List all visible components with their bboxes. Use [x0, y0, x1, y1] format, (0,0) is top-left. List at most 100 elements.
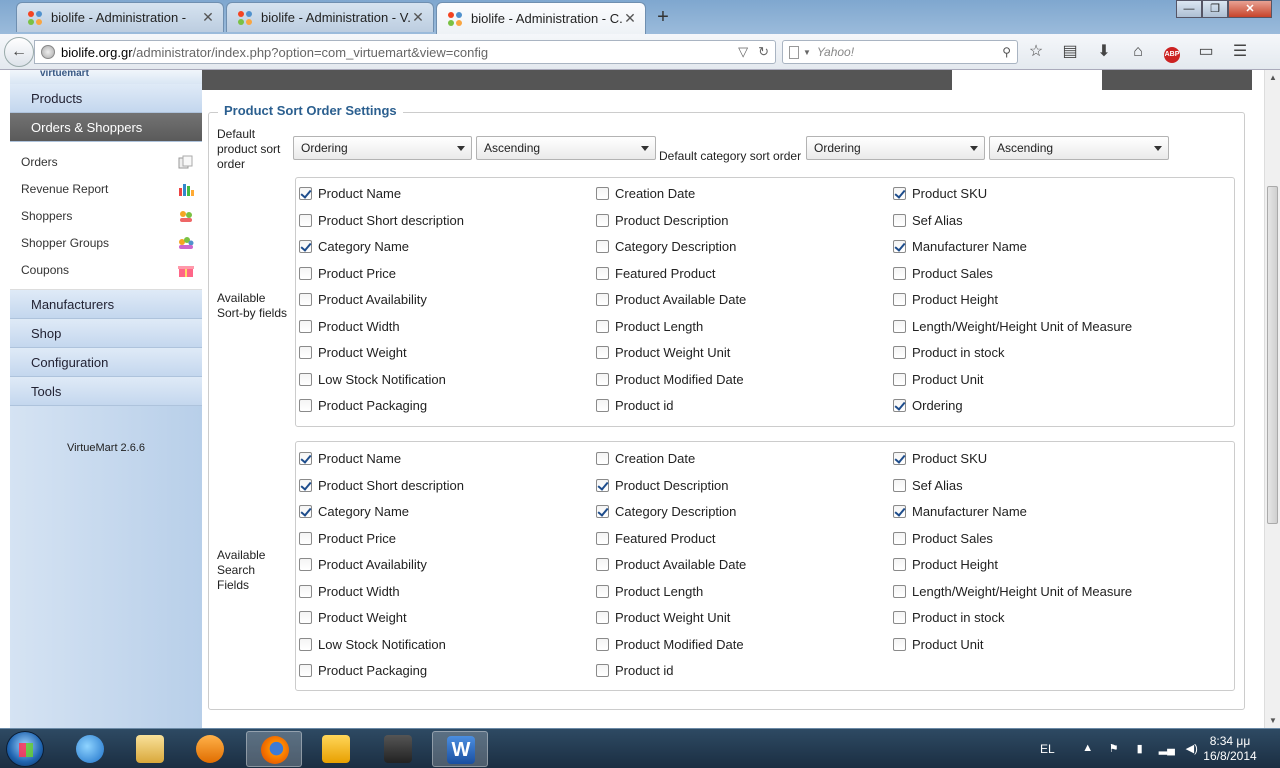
- sortby-field-checkbox[interactable]: [893, 372, 906, 386]
- sortby-field-checkbox[interactable]: [893, 293, 906, 306]
- search-field-checkbox[interactable]: [596, 478, 609, 492]
- sidebar-item-tools[interactable]: Tools: [10, 377, 202, 406]
- taskbar-file-explorer[interactable]: [122, 731, 178, 767]
- search-field-checkbox[interactable]: [299, 664, 312, 677]
- sortby-field-option[interactable]: Manufacturer Name: [893, 239, 1027, 254]
- network-icon[interactable]: ▂▄: [1159, 742, 1175, 756]
- language-indicator[interactable]: EL: [1040, 742, 1055, 756]
- sidebar-subitem-shopper-groups[interactable]: Shopper Groups: [10, 229, 202, 256]
- default-category-sort-field-select[interactable]: Ordering: [806, 136, 985, 160]
- search-field-option[interactable]: Product Unit: [893, 637, 984, 652]
- sortby-field-option[interactable]: Featured Product: [596, 266, 715, 281]
- sortby-field-checkbox[interactable]: [596, 372, 609, 386]
- sortby-field-checkbox[interactable]: [596, 399, 609, 412]
- sortby-field-checkbox[interactable]: [299, 399, 312, 412]
- window-icon[interactable]: ▭: [1196, 42, 1216, 62]
- search-field-option[interactable]: Product Weight Unit: [596, 610, 730, 625]
- sortby-field-checkbox[interactable]: [893, 213, 906, 227]
- search-field-checkbox[interactable]: [893, 611, 906, 624]
- sortby-field-option[interactable]: Product id: [596, 398, 674, 413]
- action-center-flag-icon[interactable]: ⚑: [1107, 742, 1121, 756]
- sortby-field-option[interactable]: Product Weight Unit: [596, 345, 730, 360]
- search-field-checkbox[interactable]: [893, 531, 906, 545]
- sortby-field-checkbox[interactable]: [299, 187, 312, 200]
- taskbar-word[interactable]: W: [432, 731, 488, 767]
- search-field-checkbox[interactable]: [299, 478, 312, 492]
- search-field-checkbox[interactable]: [596, 637, 609, 651]
- taskbar-outlook[interactable]: [308, 731, 364, 767]
- sortby-field-checkbox[interactable]: [596, 187, 609, 200]
- sortby-field-checkbox[interactable]: [299, 319, 312, 333]
- search-dropdown-icon[interactable]: ▼: [803, 48, 811, 57]
- sortby-field-option[interactable]: Product Weight: [299, 345, 407, 360]
- sortby-field-option[interactable]: Sef Alias: [893, 213, 963, 228]
- sortby-field-checkbox[interactable]: [299, 372, 312, 386]
- scroll-down-arrow-icon[interactable]: ▼: [1265, 716, 1280, 725]
- sortby-field-checkbox[interactable]: [596, 319, 609, 333]
- sortby-field-checkbox[interactable]: [893, 240, 906, 253]
- search-field-checkbox[interactable]: [299, 637, 312, 651]
- scroll-up-arrow-icon[interactable]: ▲: [1265, 73, 1280, 82]
- sortby-field-checkbox[interactable]: [893, 187, 906, 200]
- sortby-field-checkbox[interactable]: [596, 213, 609, 227]
- search-engine-icon[interactable]: [789, 45, 799, 59]
- search-field-checkbox[interactable]: [893, 478, 906, 492]
- sidebar-subitem-shoppers[interactable]: Shoppers: [10, 202, 202, 229]
- search-field-checkbox[interactable]: [596, 505, 609, 518]
- adblock-icon[interactable]: ABP: [1162, 42, 1182, 63]
- sortby-field-option[interactable]: Product Sales: [893, 266, 993, 281]
- dropdown-arrow-icon[interactable]: ▽: [738, 44, 748, 60]
- search-field-option[interactable]: Product SKU: [893, 451, 987, 466]
- system-clock[interactable]: 8:34 μμ 16/8/2014: [1198, 734, 1262, 764]
- search-field-option[interactable]: Sef Alias: [893, 478, 963, 493]
- sortby-field-option[interactable]: Product Height: [893, 292, 998, 307]
- start-button[interactable]: [6, 731, 44, 767]
- search-field-option[interactable]: Product Weight: [299, 610, 407, 625]
- sortby-field-checkbox[interactable]: [893, 266, 906, 280]
- downloads-icon[interactable]: ⬇: [1094, 42, 1114, 62]
- search-field-option[interactable]: Product id: [596, 663, 674, 678]
- menu-icon[interactable]: ☰: [1230, 42, 1250, 62]
- search-field-checkbox[interactable]: [596, 558, 609, 571]
- sortby-field-option[interactable]: Product Modified Date: [596, 372, 744, 387]
- search-field-checkbox[interactable]: [893, 584, 906, 598]
- sortby-field-option[interactable]: Category Description: [596, 239, 736, 254]
- search-field-checkbox[interactable]: [893, 637, 906, 651]
- search-field-option[interactable]: Product Height: [893, 557, 998, 572]
- search-field-checkbox[interactable]: [299, 531, 312, 545]
- sortby-field-option[interactable]: Product Availability: [299, 292, 427, 307]
- sortby-field-option[interactable]: Product SKU: [893, 186, 987, 201]
- sortby-field-option[interactable]: Low Stock Notification: [299, 372, 446, 387]
- default-product-sort-direction-select[interactable]: Ascending: [476, 136, 656, 160]
- default-product-sort-field-select[interactable]: Ordering: [293, 136, 472, 160]
- close-window-button[interactable]: ✕: [1228, 0, 1272, 18]
- search-field-option[interactable]: Manufacturer Name: [893, 504, 1027, 519]
- search-field-checkbox[interactable]: [596, 611, 609, 624]
- power-icon[interactable]: ▮: [1133, 742, 1147, 756]
- bookmarks-list-icon[interactable]: ▤: [1060, 42, 1080, 62]
- search-field-checkbox[interactable]: [596, 531, 609, 545]
- sortby-field-checkbox[interactable]: [596, 240, 609, 253]
- sortby-field-option[interactable]: Length/Weight/Height Unit of Measure: [893, 319, 1132, 334]
- close-tab-icon[interactable]: ✕: [411, 9, 425, 26]
- sortby-field-option[interactable]: Product Price: [299, 266, 396, 281]
- search-field-option[interactable]: Low Stock Notification: [299, 637, 446, 652]
- search-field-checkbox[interactable]: [596, 584, 609, 598]
- sortby-field-checkbox[interactable]: [596, 346, 609, 359]
- taskbar-media-player[interactable]: [182, 731, 238, 767]
- bookmark-star-icon[interactable]: ☆: [1026, 42, 1046, 62]
- search-field-checkbox[interactable]: [596, 452, 609, 465]
- sortby-field-checkbox[interactable]: [893, 319, 906, 333]
- search-field-checkbox[interactable]: [299, 452, 312, 465]
- search-field-option[interactable]: Product Modified Date: [596, 637, 744, 652]
- search-field-option[interactable]: Length/Weight/Height Unit of Measure: [893, 584, 1132, 599]
- search-field-checkbox[interactable]: [299, 558, 312, 571]
- search-field-option[interactable]: Product Price: [299, 531, 396, 546]
- sortby-field-checkbox[interactable]: [299, 266, 312, 280]
- scrollbar-thumb[interactable]: [1267, 186, 1278, 524]
- search-field-option[interactable]: Product Sales: [893, 531, 993, 546]
- sortby-field-checkbox[interactable]: [299, 346, 312, 359]
- new-tab-button[interactable]: +: [652, 6, 674, 29]
- search-field-checkbox[interactable]: [893, 558, 906, 571]
- search-field-checkbox[interactable]: [596, 664, 609, 677]
